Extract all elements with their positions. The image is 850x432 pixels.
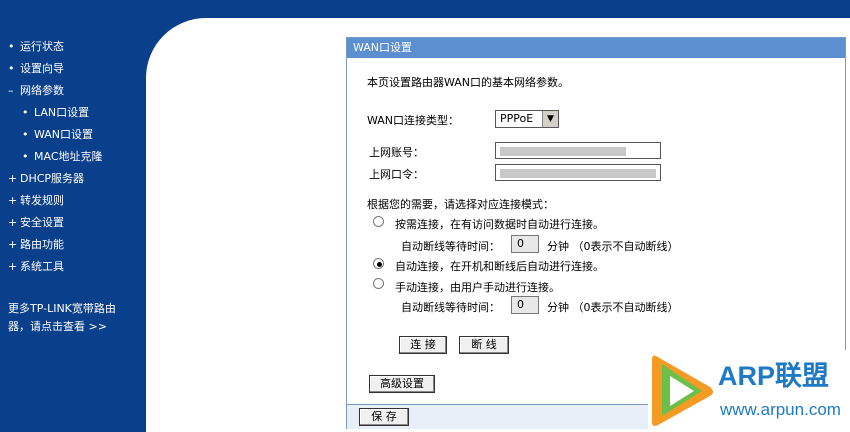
sidebar-item-mac-clone[interactable]: • MAC地址克隆 (8, 146, 103, 168)
conn-type-label: WAN口连接类型： (367, 114, 460, 127)
chevron-down-icon: ▼ (542, 111, 558, 127)
conn-type-select[interactable]: PPPoE ▼ (495, 110, 559, 128)
sidebar-item-wizard[interactable]: • 设置向导 (8, 58, 103, 80)
mode-auto-label: 自动连接，在开机和断线后自动进行连接。 (395, 260, 604, 273)
sidebar-item-system-tools[interactable]: + 系统工具 (8, 256, 103, 278)
top-bar (0, 0, 850, 18)
sidebar-item-security[interactable]: + 安全设置 (8, 212, 103, 234)
idle-unit-2: 分钟 （0表示不自动断线） (547, 301, 679, 314)
idle-label-1: 自动断线等待时间： (401, 240, 500, 253)
sidebar-item-lan[interactable]: • LAN口设置 (8, 102, 103, 124)
idle-unit-1: 分钟 （0表示不自动断线） (547, 240, 679, 253)
sidebar-menu: • 运行状态 • 设置向导 – 网络参数 • LAN口设置 • WAN口设置 • MAC地址… (8, 36, 103, 278)
sidebar-item-dhcp[interactable]: + DHCP服务器 (8, 168, 103, 190)
save-button[interactable]: 保 存 (359, 408, 409, 426)
arp-watermark-logo: ARP联盟 www.arpun.com (648, 350, 850, 432)
disconnect-button[interactable]: 断 线 (459, 336, 509, 354)
more-products-line1: 更多TP-LINK宽带路由 (8, 302, 116, 315)
conn-type-value: PPPoE (500, 112, 534, 125)
radio-manual[interactable] (373, 278, 384, 289)
account-label: 上网账号： (369, 146, 424, 159)
advanced-settings-button[interactable]: 高级设置 (369, 375, 435, 393)
watermark-title: ARP联盟 (718, 361, 830, 391)
sidebar-item-network[interactable]: – 网络参数 (8, 80, 103, 102)
idle-time-input-2[interactable]: 0 (511, 296, 539, 314)
play-logo-icon (652, 355, 713, 426)
mode-prompt: 根据您的需要，请选择对应连接模式： (367, 198, 554, 211)
mode-manual-label: 手动连接，由用户手动进行连接。 (395, 281, 560, 294)
password-redaction (500, 169, 656, 178)
mode-on-demand-label: 按需连接，在有访问数据时自动进行连接。 (395, 218, 604, 231)
account-redaction (500, 147, 626, 156)
sidebar-item-status[interactable]: • 运行状态 (8, 36, 103, 58)
panel-description: 本页设置路由器WAN口的基本网络参数。 (367, 76, 570, 89)
watermark-url: www.arpun.com (720, 400, 841, 419)
panel-title: WAN口设置 (347, 38, 845, 58)
idle-time-input-1[interactable]: 0 (511, 235, 539, 253)
connect-button[interactable]: 连 接 (399, 336, 447, 354)
more-products-line2: 器，请点击查看 >> (8, 320, 107, 333)
more-products-link[interactable]: 更多TP-LINK宽带路由 器，请点击查看 >> (8, 300, 138, 336)
sidebar-item-wan[interactable]: • WAN口设置 (8, 124, 103, 146)
radio-auto[interactable] (373, 258, 384, 269)
sidebar-item-forwarding[interactable]: + 转发规则 (8, 190, 103, 212)
sidebar-item-routing[interactable]: + 路由功能 (8, 234, 103, 256)
password-label: 上网口令： (369, 168, 424, 181)
password-input[interactable] (495, 164, 661, 181)
radio-on-demand[interactable] (373, 216, 384, 227)
idle-label-2: 自动断线等待时间： (401, 301, 500, 314)
account-input[interactable] (495, 142, 661, 159)
